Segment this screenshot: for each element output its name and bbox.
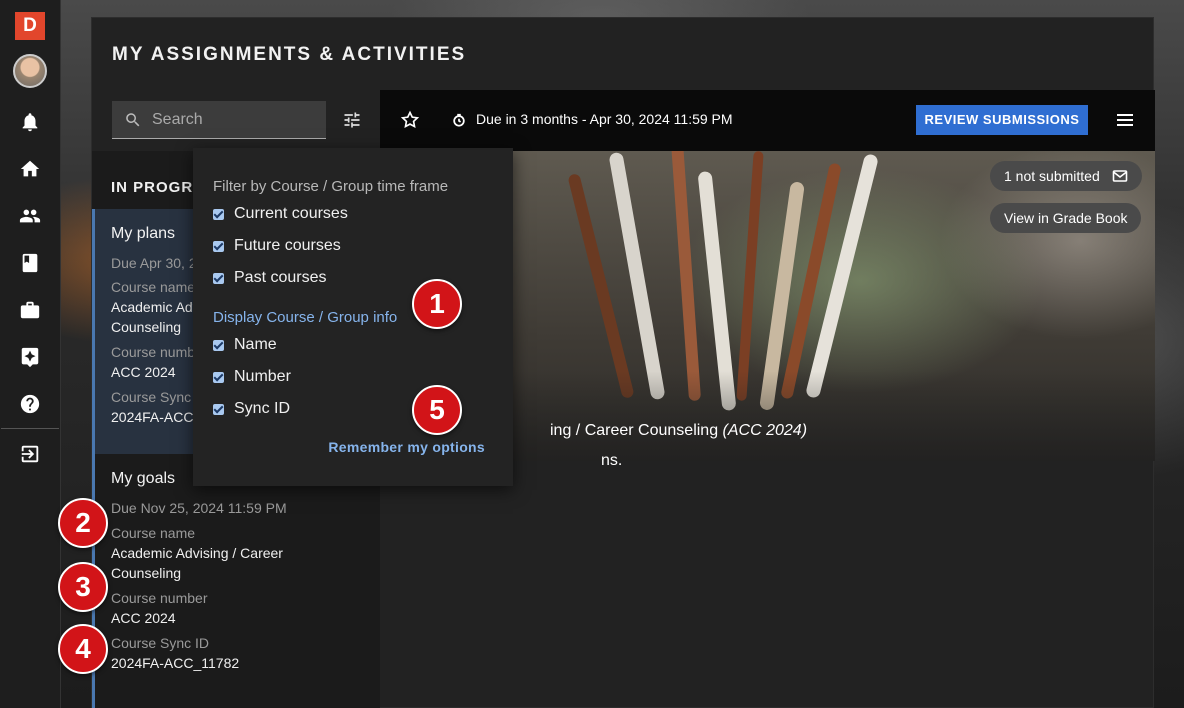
course-name-label: Course name bbox=[111, 279, 196, 295]
checkbox-future-courses[interactable]: Future courses bbox=[213, 235, 341, 257]
display-heading: Display Course / Group info bbox=[213, 309, 398, 326]
checkbox[interactable] bbox=[213, 339, 224, 351]
brush-decoration bbox=[736, 151, 764, 402]
checkbox[interactable] bbox=[213, 403, 224, 415]
home-icon[interactable] bbox=[8, 147, 52, 191]
course-number: ACC 2024 bbox=[111, 364, 176, 380]
course-number-label: Course numb bbox=[111, 344, 196, 360]
checkbox-label: Sync ID bbox=[234, 400, 291, 417]
checkbox-sync-id[interactable]: Sync ID bbox=[213, 398, 290, 420]
search-box[interactable] bbox=[112, 101, 326, 139]
course-code: (ACC 2024) bbox=[722, 422, 808, 439]
checkbox-name[interactable]: Name bbox=[213, 334, 277, 356]
course-title-text: ing / Career Counseling bbox=[550, 422, 719, 439]
checkbox-label: Name bbox=[234, 336, 277, 353]
course-name: Academic Advising / Career bbox=[111, 545, 283, 561]
checkbox-label: Future courses bbox=[234, 237, 341, 254]
sparkle-icon[interactable] bbox=[8, 335, 52, 379]
callout-badge: 4 bbox=[58, 624, 108, 674]
book-icon[interactable] bbox=[8, 241, 52, 285]
callout-badge: 3 bbox=[58, 562, 108, 612]
callout-badge: 5 bbox=[412, 385, 462, 435]
checkbox-label: Number bbox=[234, 368, 291, 385]
course-name-label: Course name bbox=[111, 525, 196, 541]
not-submitted-label: 1 not submitted bbox=[1004, 168, 1100, 184]
course-name-cont: Counseling bbox=[111, 565, 182, 581]
checkbox[interactable] bbox=[213, 272, 224, 284]
list-item[interactable]: My goals Due Nov 25, 2024 11:59 PM Cours… bbox=[92, 454, 380, 708]
item-title: My goals bbox=[111, 470, 176, 487]
grade-book-button[interactable]: View in Grade Book bbox=[990, 203, 1142, 233]
search-input[interactable] bbox=[152, 110, 312, 129]
bell-icon[interactable] bbox=[8, 100, 52, 144]
help-icon[interactable] bbox=[8, 382, 52, 426]
mail-icon bbox=[1112, 170, 1127, 182]
not-submitted-badge[interactable]: 1 not submitted bbox=[990, 161, 1142, 191]
filter-heading: Filter by Course / Group time frame bbox=[213, 178, 449, 195]
detail-toolbar: Due in 3 months - Apr 30, 2024 11:59 PM … bbox=[380, 90, 1155, 151]
sync-id: 2024FA-ACC_11782 bbox=[111, 655, 240, 671]
sync-id-label: Course Sync ID bbox=[111, 635, 210, 651]
star-icon[interactable] bbox=[400, 110, 420, 130]
sync-id: 2024FA-ACC bbox=[111, 409, 194, 425]
checkbox[interactable] bbox=[213, 371, 224, 383]
course-number: ACC 2024 bbox=[111, 610, 176, 626]
list-header: IN PROGRE bbox=[111, 179, 205, 196]
briefcase-icon[interactable] bbox=[8, 288, 52, 332]
left-rail: D bbox=[0, 0, 61, 708]
item-title: My plans bbox=[111, 225, 176, 242]
item-due: Due Nov 25, 2024 11:59 PM bbox=[111, 500, 287, 516]
clock-icon bbox=[452, 113, 466, 127]
due-info: Due in 3 months - Apr 30, 2024 11:59 PM bbox=[476, 111, 733, 127]
brush-decoration bbox=[670, 151, 702, 402]
app-logo[interactable]: D bbox=[15, 12, 45, 40]
user-avatar[interactable] bbox=[13, 54, 47, 88]
hamburger-menu-icon[interactable] bbox=[1116, 111, 1134, 129]
people-icon[interactable] bbox=[8, 194, 52, 238]
checkbox-number[interactable]: Number bbox=[213, 366, 291, 388]
checkbox-label: Current courses bbox=[234, 205, 348, 222]
review-submissions-button[interactable]: REVIEW SUBMISSIONS bbox=[916, 105, 1088, 135]
callout-badge: 2 bbox=[58, 498, 108, 548]
course-number-label: Course number bbox=[111, 590, 208, 606]
search-icon bbox=[126, 112, 140, 126]
logout-icon[interactable] bbox=[8, 432, 52, 476]
filter-options-icon[interactable] bbox=[342, 110, 364, 132]
filter-options-dropdown: Filter by Course / Group time frame Curr… bbox=[193, 148, 513, 486]
checkbox[interactable] bbox=[213, 208, 224, 220]
checkbox[interactable] bbox=[213, 240, 224, 252]
checkbox-label: Past courses bbox=[234, 269, 327, 286]
checkbox-current-courses[interactable]: Current courses bbox=[213, 203, 348, 225]
sync-id-label: Course Sync bbox=[111, 389, 192, 405]
page-title: MY ASSIGNMENTS & ACTIVITIES bbox=[112, 44, 467, 65]
rail-divider bbox=[1, 428, 59, 429]
item-due: Due Apr 30, 2 bbox=[111, 255, 197, 271]
course-subtext: ns. bbox=[601, 452, 623, 469]
checkbox-past-courses[interactable]: Past courses bbox=[213, 267, 326, 289]
course-name-cont: Counseling bbox=[111, 319, 182, 335]
course-title: ing / Career Counseling (ACC 2024) bbox=[550, 422, 807, 440]
callout-badge: 1 bbox=[412, 279, 462, 329]
remember-options-link[interactable]: Remember my options bbox=[328, 439, 485, 455]
